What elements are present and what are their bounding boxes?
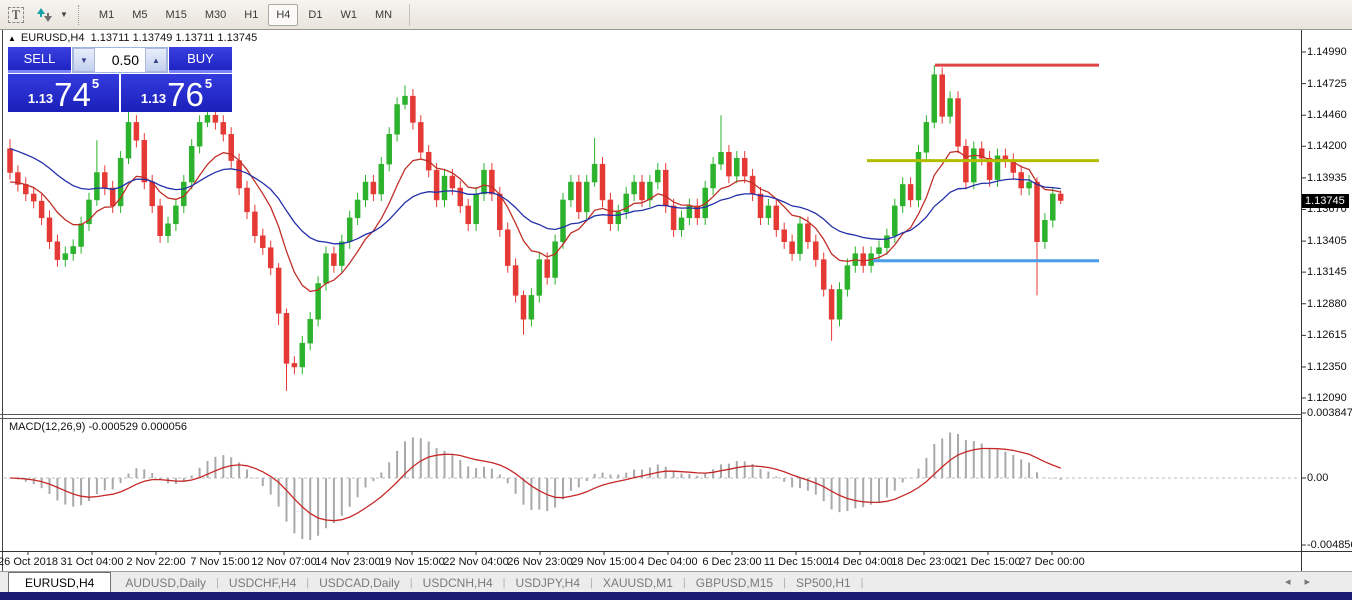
buy-button[interactable]: BUY <box>169 47 232 73</box>
tab-eurusd-h4[interactable]: EURUSD,H4 <box>8 571 112 594</box>
toolbar-grip[interactable] <box>77 4 84 25</box>
timeframe-button-h4[interactable]: H4 <box>268 3 299 26</box>
sell-price-prefix: 1.13 <box>27 91 54 106</box>
macd-separator-bottom[interactable] <box>0 418 1302 419</box>
tab-xauusd-m1[interactable]: XAUUSD,M1 <box>593 574 683 592</box>
sell-price-sup: 5 <box>91 76 100 91</box>
tab-audusd-daily[interactable]: AUDUSD,Daily <box>115 574 216 592</box>
tab-scroll-left-icon[interactable]: ◂ <box>1285 576 1305 588</box>
timeframe-button-m15[interactable]: M15 <box>157 4 194 26</box>
chevron-down-icon[interactable]: ▼ <box>60 10 68 19</box>
timeframe-button-h1[interactable]: H1 <box>236 4 266 26</box>
timeframe-button-d1[interactable]: D1 <box>300 4 330 26</box>
volume-stepper: ▼ ▲ <box>72 47 168 73</box>
price-axis-border <box>1301 29 1302 571</box>
time-axis-border <box>0 551 1352 552</box>
macd-separator-top[interactable] <box>0 414 1302 415</box>
chart-tab-bar: EURUSD,H4 AUDUSD,Daily | USDCHF,H4 | USDCAD,D… <box>0 571 1352 594</box>
volume-decrease-button[interactable]: ▼ <box>73 48 95 72</box>
volume-increase-button[interactable]: ▲ <box>145 48 167 72</box>
buy-price-display[interactable]: 1.13 76 5 <box>121 74 232 112</box>
timeframe-button-w1[interactable]: W1 <box>332 4 365 26</box>
tab-separator: | <box>860 576 864 589</box>
one-click-trading-panel: SELL ▼ ▲ BUY 1.13 74 5 1.13 76 5 <box>8 47 232 112</box>
arrows-tool-icon <box>37 7 52 22</box>
timeframe-toolbar: M1 M5 M15 M30 H1 H4 D1 W1 MN <box>90 3 401 26</box>
tab-gbpusd-m15[interactable]: GBPUSD,M15 <box>686 574 783 592</box>
text-tool-icon: T <box>8 6 24 23</box>
tab-scroll-right-icon[interactable]: ▸ <box>1304 576 1324 588</box>
mt4-window: T ▼ M1 M5 M15 M30 H1 H4 D1 W1 MN ▲ EURUSD,H4 1.1… <box>0 0 1352 600</box>
tab-usdjpy-h4[interactable]: USDJPY,H4 <box>506 574 590 592</box>
chart-left-border <box>2 29 3 571</box>
text-label-tool-button[interactable]: T <box>6 6 26 24</box>
sell-button[interactable]: SELL <box>8 47 71 73</box>
timeframe-button-m1[interactable]: M1 <box>91 4 122 26</box>
timeframe-button-mn[interactable]: MN <box>367 4 400 26</box>
toolbar: T ▼ M1 M5 M15 M30 H1 H4 D1 W1 MN <box>0 0 1352 30</box>
toolbar-separator <box>409 3 411 26</box>
tab-usdcnh-h4[interactable]: USDCNH,H4 <box>413 574 503 592</box>
buy-price-prefix: 1.13 <box>140 91 167 106</box>
timeframe-button-m5[interactable]: M5 <box>124 4 155 26</box>
tab-usdcad-daily[interactable]: USDCAD,Daily <box>309 574 410 592</box>
window-bottom-strip <box>0 592 1352 600</box>
tab-usdchf-h4[interactable]: USDCHF,H4 <box>219 574 306 592</box>
timeframe-button-m30[interactable]: M30 <box>197 4 234 26</box>
buy-price-big: 76 <box>167 76 204 113</box>
arrows-tool-button[interactable] <box>32 6 58 24</box>
tab-scroll-arrows[interactable]: ◂▸ <box>1285 575 1324 588</box>
volume-input[interactable] <box>95 48 145 72</box>
tab-sp500-h1[interactable]: SP500,H1 <box>786 574 861 592</box>
sell-price-display[interactable]: 1.13 74 5 <box>8 74 119 112</box>
sell-price-big: 74 <box>54 76 91 113</box>
buy-price-sup: 5 <box>204 76 213 91</box>
tabs-container: EURUSD,H4 AUDUSD,Daily | USDCHF,H4 | USDCAD,D… <box>0 571 864 594</box>
